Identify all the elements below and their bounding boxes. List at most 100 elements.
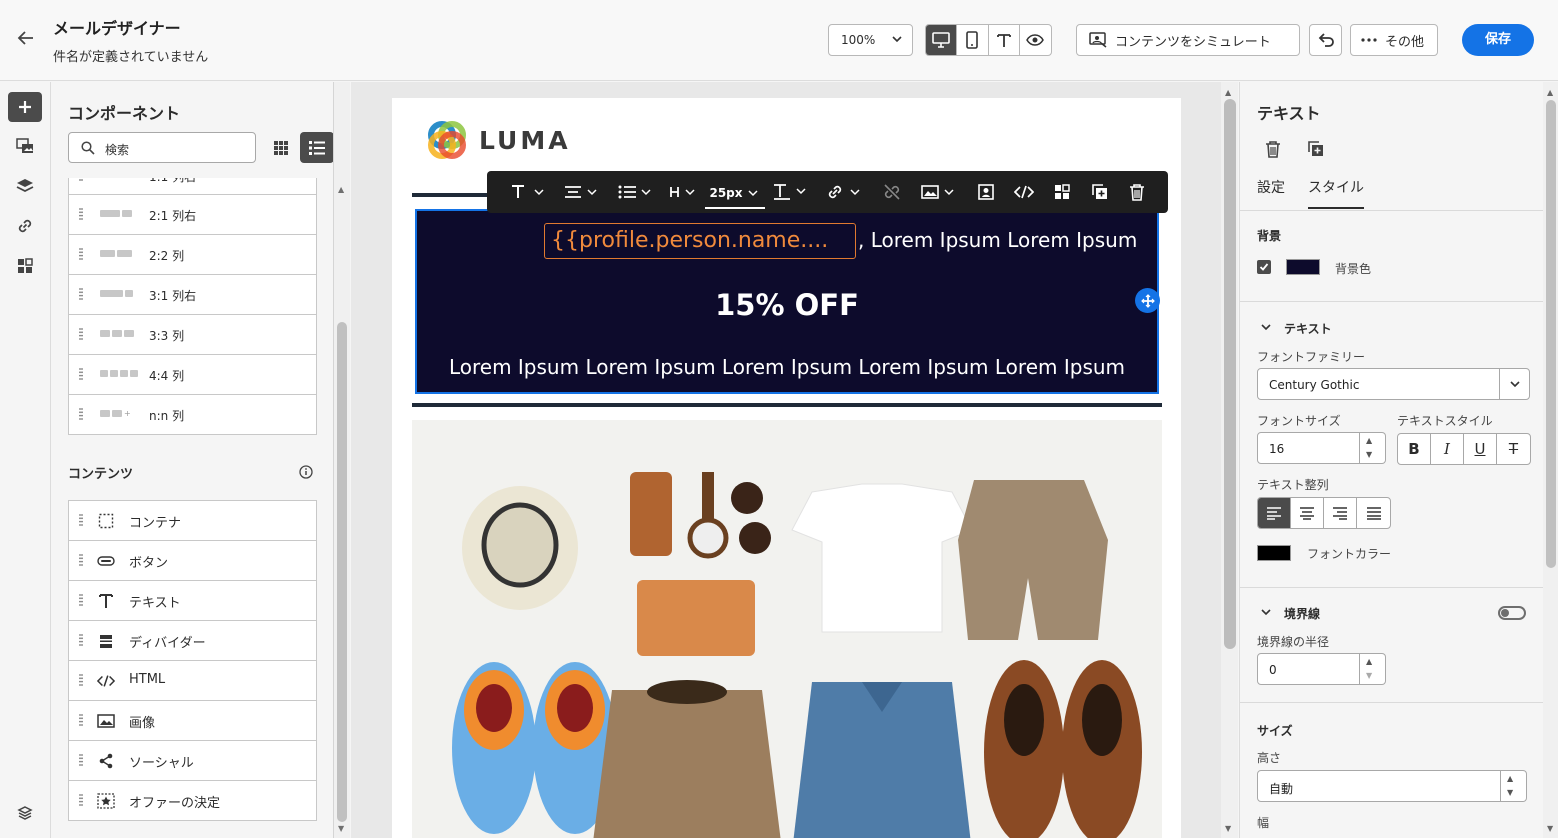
insert-link-menu[interactable] [817,177,873,207]
greeting-text[interactable]: , Lorem Ipsum Lorem Ipsum [858,228,1137,252]
background-color-checkbox[interactable] [1257,260,1271,274]
drag-handle-icon[interactable] [79,328,83,340]
chevron-up-icon[interactable]: ▲ [1366,657,1372,666]
italic-button[interactable]: I [1431,434,1464,464]
text-color-menu[interactable] [765,177,817,207]
drag-handle-icon[interactable] [79,754,83,766]
structure-item[interactable]: 2:2 列 [68,235,317,275]
mobile-view-button[interactable] [957,25,989,55]
fragments-button[interactable] [8,251,42,281]
content-item[interactable]: オファーの決定 [68,781,317,821]
personalization-token[interactable]: {{profile.person.name.... [544,223,856,259]
content-item[interactable]: HTML [68,661,317,701]
links-button[interactable] [8,211,42,241]
font-style-menu[interactable] [503,177,555,207]
align-justify-button[interactable] [1357,498,1390,528]
duplicate-component-button[interactable] [1304,137,1328,161]
drag-handle-icon[interactable] [79,794,83,806]
list-view-toggle[interactable] [300,132,334,163]
chevron-down-icon[interactable]: ▼ [1366,671,1372,680]
structure-item[interactable]: 3:1 列右 [68,275,317,315]
add-component-button[interactable] [8,92,42,122]
chevron-down-icon[interactable]: ▼ [1507,788,1513,797]
background-color-swatch[interactable] [1286,259,1320,275]
more-button[interactable]: その他 [1350,24,1438,56]
drag-handle-icon[interactable] [79,368,83,380]
content-item[interactable]: コンテナ [68,501,317,541]
body-text[interactable]: Lorem Ipsum Lorem Ipsum Lorem Ipsum Lore… [417,355,1157,379]
discount-headline[interactable]: 15% OFF [417,288,1157,322]
heading-menu[interactable] [663,177,705,207]
delete-component-button[interactable] [1261,137,1285,161]
product-image[interactable] [412,420,1162,838]
list-menu[interactable] [608,177,663,207]
structure-item[interactable]: + n:n 列 [68,395,317,435]
border-toggle[interactable] [1498,606,1526,620]
scroll-down-arrow[interactable]: ▼ [1225,824,1231,833]
structure-item[interactable]: 1:1 列右 [68,178,317,195]
component-panel-scrollbar[interactable]: ▲ ▼ [333,82,350,838]
drag-handle-icon[interactable] [79,408,83,420]
desktop-view-button[interactable] [926,25,958,55]
undo-button[interactable] [1309,24,1342,56]
preview-button[interactable] [1020,25,1051,55]
font-family-select[interactable]: Century Gothic [1257,368,1500,400]
insert-image-menu[interactable] [911,177,967,207]
underline-button[interactable]: U [1464,434,1497,464]
text-align-menu[interactable] [555,177,608,207]
drag-handle-icon[interactable] [79,714,83,726]
chevron-down-icon[interactable] [1260,322,1272,332]
component-search-input[interactable]: 検索 [68,132,256,163]
drag-handle-icon[interactable] [79,514,83,526]
chevron-up-icon[interactable]: ▲ [1507,774,1513,783]
history-button[interactable] [8,798,42,828]
simulate-content-button[interactable]: コンテンツをシミュレート [1076,24,1300,56]
align-right-button[interactable] [1324,498,1357,528]
personalization-button[interactable] [967,177,1005,207]
structure-item[interactable]: 3:3 列 [68,315,317,355]
fragment-button[interactable] [1043,177,1081,207]
drag-handle-icon[interactable] [79,634,83,646]
bottom-divider[interactable] [412,403,1162,407]
unlink-button[interactable] [873,177,911,207]
border-radius-input[interactable]: 0 [1257,653,1360,685]
assets-button[interactable] [8,131,42,161]
selected-text-block[interactable]: {{profile.person.name.... , Lorem Ipsum … [415,209,1159,394]
font-color-swatch[interactable] [1257,545,1291,561]
align-left-button[interactable] [1258,498,1291,528]
bold-button[interactable]: B [1398,434,1431,464]
structure-item[interactable]: 4:4 列 [68,355,317,395]
font-size-input[interactable]: 16 [1257,432,1360,464]
scroll-down-arrow[interactable]: ▼ [338,824,344,833]
height-input[interactable]: 自動 [1257,770,1501,802]
duplicate-button[interactable] [1081,177,1119,207]
save-button[interactable]: 保存 [1462,24,1534,56]
chevron-down-icon[interactable]: ▼ [1366,450,1372,459]
drag-handle-icon[interactable] [79,178,83,181]
delete-button[interactable] [1119,177,1155,207]
scroll-up-arrow[interactable]: ▲ [338,185,344,194]
drag-handle-icon[interactable] [79,674,83,686]
structure-item[interactable]: 2:1 列右 [68,195,317,235]
zoom-select[interactable]: 100% [828,24,913,56]
drag-handle-icon[interactable] [79,288,83,300]
scroll-thumb[interactable] [1546,100,1556,568]
drag-handle-icon[interactable] [79,554,83,566]
scroll-thumb[interactable] [337,322,347,822]
height-stepper[interactable]: ▲ ▼ [1501,770,1527,802]
properties-scrollbar[interactable]: ▲ ▼ [1543,82,1558,838]
drag-handle-icon[interactable] [79,208,83,220]
content-item[interactable]: テキスト [68,581,317,621]
scroll-thumb[interactable] [1224,99,1236,649]
drag-handle-icon[interactable] [79,594,83,606]
add-block-button[interactable] [1135,288,1160,313]
strikethrough-button[interactable]: T [1497,434,1530,464]
layers-button[interactable] [8,171,42,201]
scroll-down-arrow[interactable]: ▼ [1547,824,1553,833]
content-item[interactable]: 画像 [68,701,317,741]
content-item[interactable]: ボタン [68,541,317,581]
scroll-up-arrow[interactable]: ▲ [1225,88,1231,97]
tab-settings[interactable]: 設定 [1257,177,1285,197]
content-item[interactable]: ソーシャル [68,741,317,781]
text-view-button[interactable] [989,25,1020,55]
